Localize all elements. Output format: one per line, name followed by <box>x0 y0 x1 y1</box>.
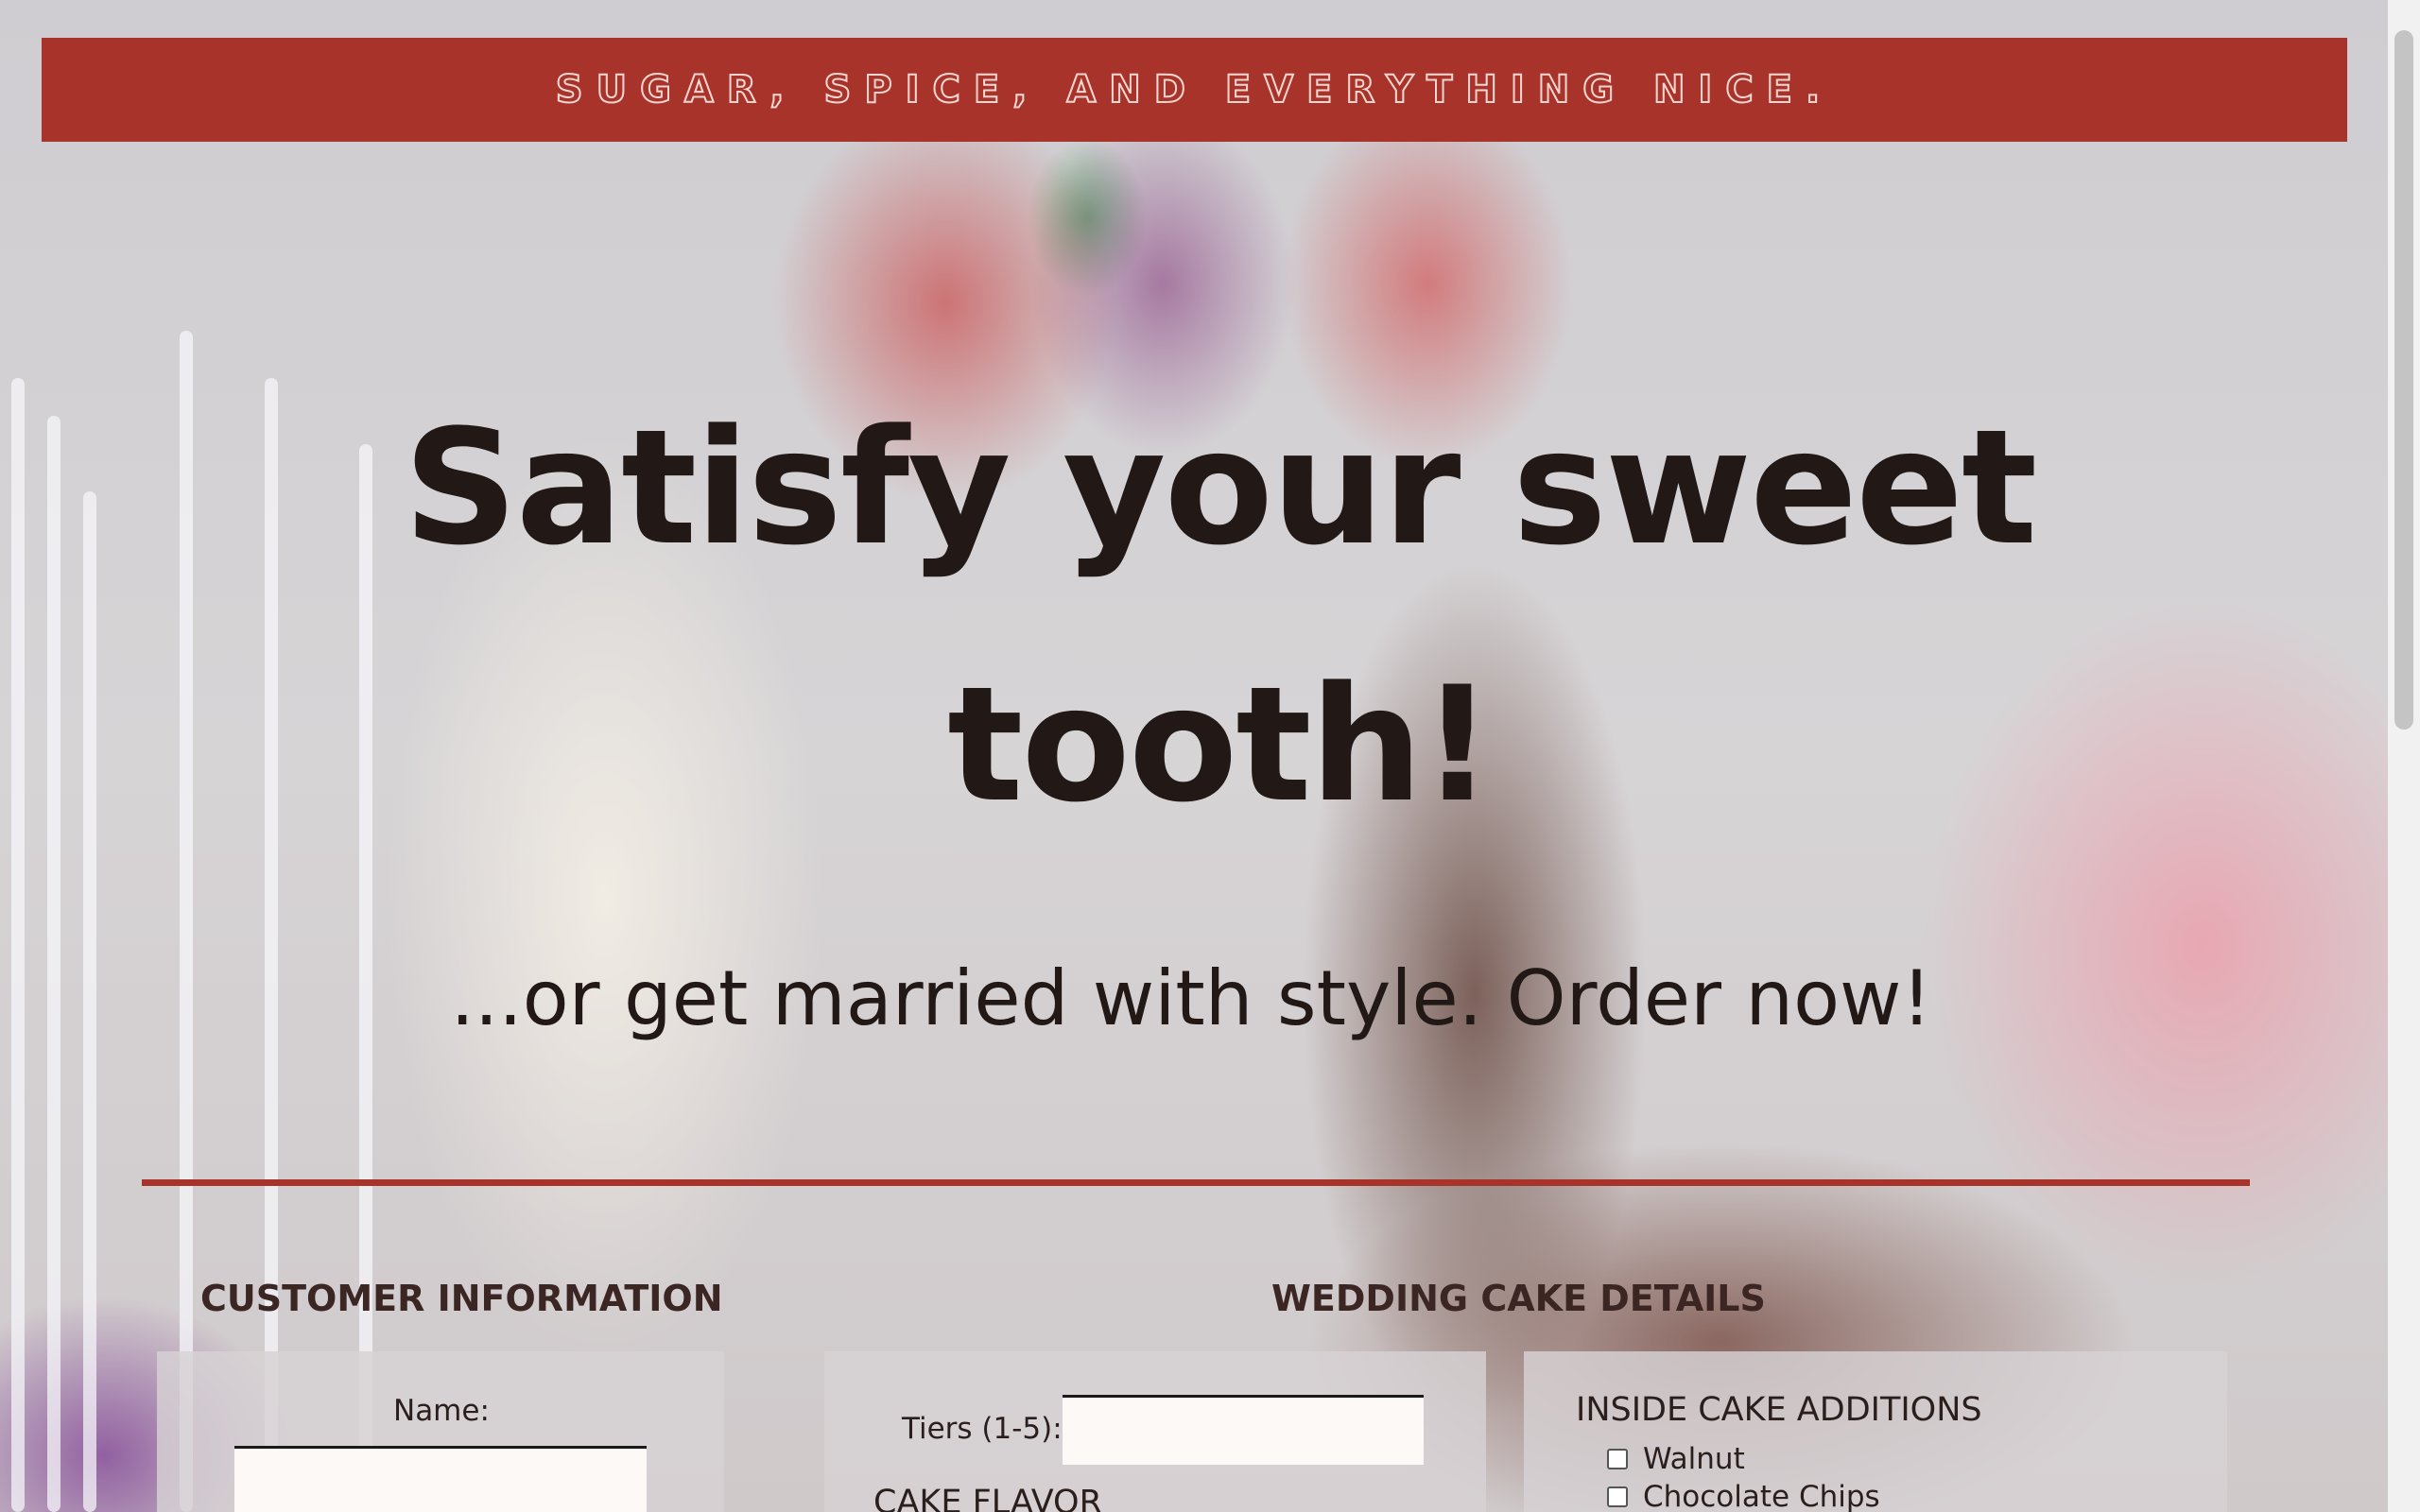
top-banner: SUGAR, SPICE, AND EVERYTHING NICE. <box>42 38 2347 142</box>
vertical-scrollbar[interactable] <box>2388 0 2420 1512</box>
addition-option-walnut[interactable]: Walnut <box>1607 1442 1745 1476</box>
cake-details-panel: Tiers (1-5): CAKE FLAVOR <box>824 1351 1486 1512</box>
cake-flavor-heading: CAKE FLAVOR <box>873 1484 1102 1512</box>
additions-panel: INSIDE CAKE ADDITIONS Walnut Chocolate C… <box>1524 1351 2227 1512</box>
scrollbar-thumb[interactable] <box>2394 30 2413 730</box>
additions-heading: INSIDE CAKE ADDITIONS <box>1576 1391 1982 1429</box>
wedding-cake-heading: WEDDING CAKE DETAILS <box>1271 1278 1766 1319</box>
name-label: Name: <box>393 1394 490 1428</box>
customer-info-heading: CUSTOMER INFORMATION <box>200 1278 723 1319</box>
addition-option-chocolate-chips[interactable]: Chocolate Chips <box>1607 1480 1880 1512</box>
chocolate-chips-label: Chocolate Chips <box>1643 1480 1880 1512</box>
customer-info-panel: Name: <box>157 1351 724 1512</box>
page: SUGAR, SPICE, AND EVERYTHING NICE. Satis… <box>0 0 2420 1512</box>
page-subtitle: ...or get married with style. Order now! <box>450 954 1932 1042</box>
banner-tagline: SUGAR, SPICE, AND EVERYTHING NICE. <box>555 67 1834 112</box>
section-divider <box>142 1179 2250 1186</box>
tiers-label: Tiers (1-5): <box>902 1412 1063 1446</box>
page-title: Satisfy your sweet tooth! <box>403 395 2038 837</box>
walnut-checkbox[interactable] <box>1607 1449 1628 1469</box>
name-input[interactable] <box>234 1446 647 1512</box>
chocolate-chips-checkbox[interactable] <box>1607 1486 1628 1507</box>
tiers-input[interactable] <box>1063 1395 1424 1465</box>
walnut-label: Walnut <box>1643 1442 1745 1476</box>
